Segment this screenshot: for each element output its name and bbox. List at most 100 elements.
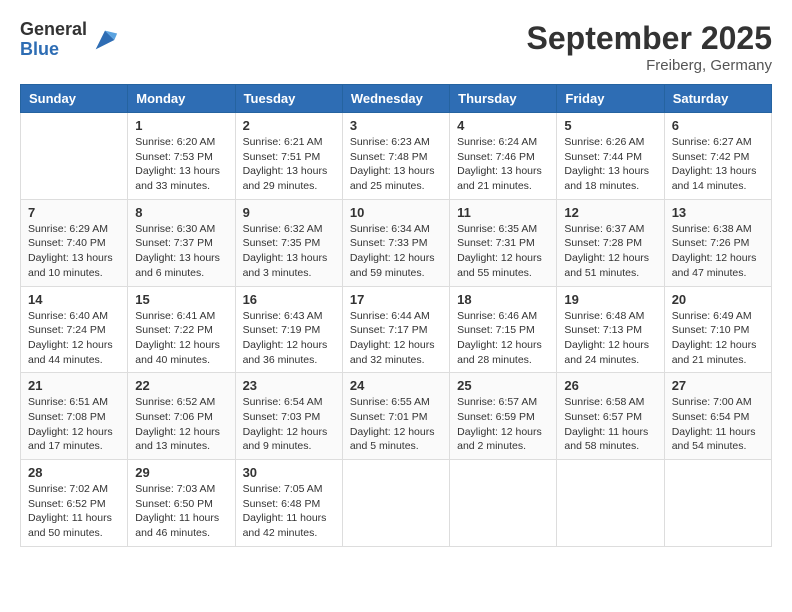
calendar-week-2: 7 Sunrise: 6:29 AMSunset: 7:40 PMDaylight… (21, 199, 772, 286)
day-number: 4 (457, 118, 549, 133)
calendar-cell: 22Sunrise: 6:52 AMSunset: 7:06 PMDayligh… (128, 373, 235, 460)
calendar-cell: 6 Sunrise: 6:27 AMSunset: 7:42 PMDaylight… (664, 113, 771, 200)
day-number: 29 (135, 465, 227, 480)
calendar-cell: 23Sunrise: 6:54 AMSunset: 7:03 PMDayligh… (235, 373, 342, 460)
title-block: September 2025 Freiberg, Germany (527, 20, 772, 74)
day-number: 7 (28, 205, 120, 220)
calendar-cell: 30Sunrise: 7:05 AMSunset: 6:48 PMDayligh… (235, 460, 342, 547)
weekday-header-saturday: Saturday (664, 85, 771, 113)
calendar-cell: 7 Sunrise: 6:29 AMSunset: 7:40 PMDaylight… (21, 199, 128, 286)
calendar-cell: 14 Sunrise: 6:40 AMSunset: 7:24 PMDayligh… (21, 286, 128, 373)
day-number: 14 (28, 292, 120, 307)
day-number: 11 (457, 205, 549, 220)
day-info: Sunrise: 6:27 AMSunset: 7:42 PMDaylight:… (672, 135, 764, 194)
calendar-cell: 20 Sunrise: 6:49 AMSunset: 7:10 PMDayligh… (664, 286, 771, 373)
calendar-cell (450, 460, 557, 547)
day-number: 13 (672, 205, 764, 220)
weekday-header-sunday: Sunday (21, 85, 128, 113)
day-number: 1 (135, 118, 227, 133)
calendar-cell: 26 Sunrise: 6:58 AMSunset: 6:57 PMDayligh… (557, 373, 664, 460)
page-header: General Blue September 2025 Freiberg, Ge… (20, 20, 772, 74)
weekday-header-tuesday: Tuesday (235, 85, 342, 113)
day-info: Sunrise: 6:35 AMSunset: 7:31 PMDaylight:… (457, 222, 549, 281)
calendar-cell: 25Sunrise: 6:57 AMSunset: 6:59 PMDayligh… (450, 373, 557, 460)
weekday-header-thursday: Thursday (450, 85, 557, 113)
calendar-cell: 19 Sunrise: 6:48 AMSunset: 7:13 PMDayligh… (557, 286, 664, 373)
weekday-header-monday: Monday (128, 85, 235, 113)
day-info: Sunrise: 6:30 AMSunset: 7:37 PMDaylight:… (135, 222, 227, 281)
logo-general: General (20, 20, 87, 40)
calendar-cell: 13 Sunrise: 6:38 AMSunset: 7:26 PMDayligh… (664, 199, 771, 286)
day-number: 16 (243, 292, 335, 307)
calendar-week-5: 28 Sunrise: 7:02 AMSunset: 6:52 PMDayligh… (21, 460, 772, 547)
day-info: Sunrise: 6:20 AMSunset: 7:53 PMDaylight:… (135, 135, 227, 194)
day-number: 5 (564, 118, 656, 133)
day-number: 18 (457, 292, 549, 307)
day-info: Sunrise: 6:38 AMSunset: 7:26 PMDaylight:… (672, 222, 764, 281)
calendar-cell (21, 113, 128, 200)
calendar-cell: 3 Sunrise: 6:23 AMSunset: 7:48 PMDaylight… (342, 113, 449, 200)
day-info: Sunrise: 6:26 AMSunset: 7:44 PMDaylight:… (564, 135, 656, 194)
calendar-cell: 12 Sunrise: 6:37 AMSunset: 7:28 PMDayligh… (557, 199, 664, 286)
day-number: 21 (28, 378, 120, 393)
day-number: 8 (135, 205, 227, 220)
calendar-cell (557, 460, 664, 547)
day-info: Sunrise: 6:51 AMSunset: 7:08 PMDaylight:… (28, 395, 120, 454)
calendar-week-3: 14 Sunrise: 6:40 AMSunset: 7:24 PMDayligh… (21, 286, 772, 373)
day-number: 20 (672, 292, 764, 307)
day-info: Sunrise: 6:21 AMSunset: 7:51 PMDaylight:… (243, 135, 335, 194)
calendar-cell: 17Sunrise: 6:44 AMSunset: 7:17 PMDayligh… (342, 286, 449, 373)
logo-text: General Blue (20, 20, 87, 60)
calendar-cell: 9Sunrise: 6:32 AMSunset: 7:35 PMDaylight… (235, 199, 342, 286)
calendar-cell: 5 Sunrise: 6:26 AMSunset: 7:44 PMDaylight… (557, 113, 664, 200)
day-info: Sunrise: 7:00 AMSunset: 6:54 PMDaylight:… (672, 395, 764, 454)
logo-blue: Blue (20, 40, 87, 60)
day-number: 24 (350, 378, 442, 393)
day-number: 19 (564, 292, 656, 307)
day-info: Sunrise: 6:49 AMSunset: 7:10 PMDaylight:… (672, 309, 764, 368)
month-title: September 2025 (527, 20, 772, 57)
calendar: SundayMondayTuesdayWednesdayThursdayFrid… (20, 84, 772, 547)
calendar-cell: 18 Sunrise: 6:46 AMSunset: 7:15 PMDayligh… (450, 286, 557, 373)
day-number: 28 (28, 465, 120, 480)
day-number: 2 (243, 118, 335, 133)
day-info: Sunrise: 6:34 AMSunset: 7:33 PMDaylight:… (350, 222, 442, 281)
calendar-week-4: 21 Sunrise: 6:51 AMSunset: 7:08 PMDayligh… (21, 373, 772, 460)
calendar-cell: 28 Sunrise: 7:02 AMSunset: 6:52 PMDayligh… (21, 460, 128, 547)
day-info: Sunrise: 6:40 AMSunset: 7:24 PMDaylight:… (28, 309, 120, 368)
weekday-header-friday: Friday (557, 85, 664, 113)
day-number: 15 (135, 292, 227, 307)
day-number: 22 (135, 378, 227, 393)
day-info: Sunrise: 6:58 AMSunset: 6:57 PMDaylight:… (564, 395, 656, 454)
calendar-cell: 11 Sunrise: 6:35 AMSunset: 7:31 PMDayligh… (450, 199, 557, 286)
calendar-cell (664, 460, 771, 547)
day-number: 26 (564, 378, 656, 393)
calendar-cell: 27Sunrise: 7:00 AMSunset: 6:54 PMDayligh… (664, 373, 771, 460)
day-number: 3 (350, 118, 442, 133)
calendar-cell: 29Sunrise: 7:03 AMSunset: 6:50 PMDayligh… (128, 460, 235, 547)
calendar-week-1: 1 Sunrise: 6:20 AMSunset: 7:53 PMDaylight… (21, 113, 772, 200)
location: Freiberg, Germany (527, 57, 772, 74)
day-number: 9 (243, 205, 335, 220)
day-info: Sunrise: 6:37 AMSunset: 7:28 PMDaylight:… (564, 222, 656, 281)
day-number: 10 (350, 205, 442, 220)
day-info: Sunrise: 6:54 AMSunset: 7:03 PMDaylight:… (243, 395, 335, 454)
day-info: Sunrise: 6:29 AMSunset: 7:40 PMDaylight:… (28, 222, 120, 281)
logo-icon (91, 26, 119, 54)
day-info: Sunrise: 6:43 AMSunset: 7:19 PMDaylight:… (243, 309, 335, 368)
day-number: 25 (457, 378, 549, 393)
calendar-cell: 4Sunrise: 6:24 AMSunset: 7:46 PMDaylight… (450, 113, 557, 200)
day-info: Sunrise: 6:48 AMSunset: 7:13 PMDaylight:… (564, 309, 656, 368)
day-number: 30 (243, 465, 335, 480)
calendar-cell: 16 Sunrise: 6:43 AMSunset: 7:19 PMDayligh… (235, 286, 342, 373)
day-info: Sunrise: 6:23 AMSunset: 7:48 PMDaylight:… (350, 135, 442, 194)
weekday-header-wednesday: Wednesday (342, 85, 449, 113)
calendar-cell: 2 Sunrise: 6:21 AMSunset: 7:51 PMDaylight… (235, 113, 342, 200)
day-info: Sunrise: 7:02 AMSunset: 6:52 PMDaylight:… (28, 482, 120, 541)
day-info: Sunrise: 6:46 AMSunset: 7:15 PMDaylight:… (457, 309, 549, 368)
calendar-cell: 1 Sunrise: 6:20 AMSunset: 7:53 PMDaylight… (128, 113, 235, 200)
day-number: 6 (672, 118, 764, 133)
calendar-cell: 21 Sunrise: 6:51 AMSunset: 7:08 PMDayligh… (21, 373, 128, 460)
day-number: 12 (564, 205, 656, 220)
logo: General Blue (20, 20, 119, 60)
